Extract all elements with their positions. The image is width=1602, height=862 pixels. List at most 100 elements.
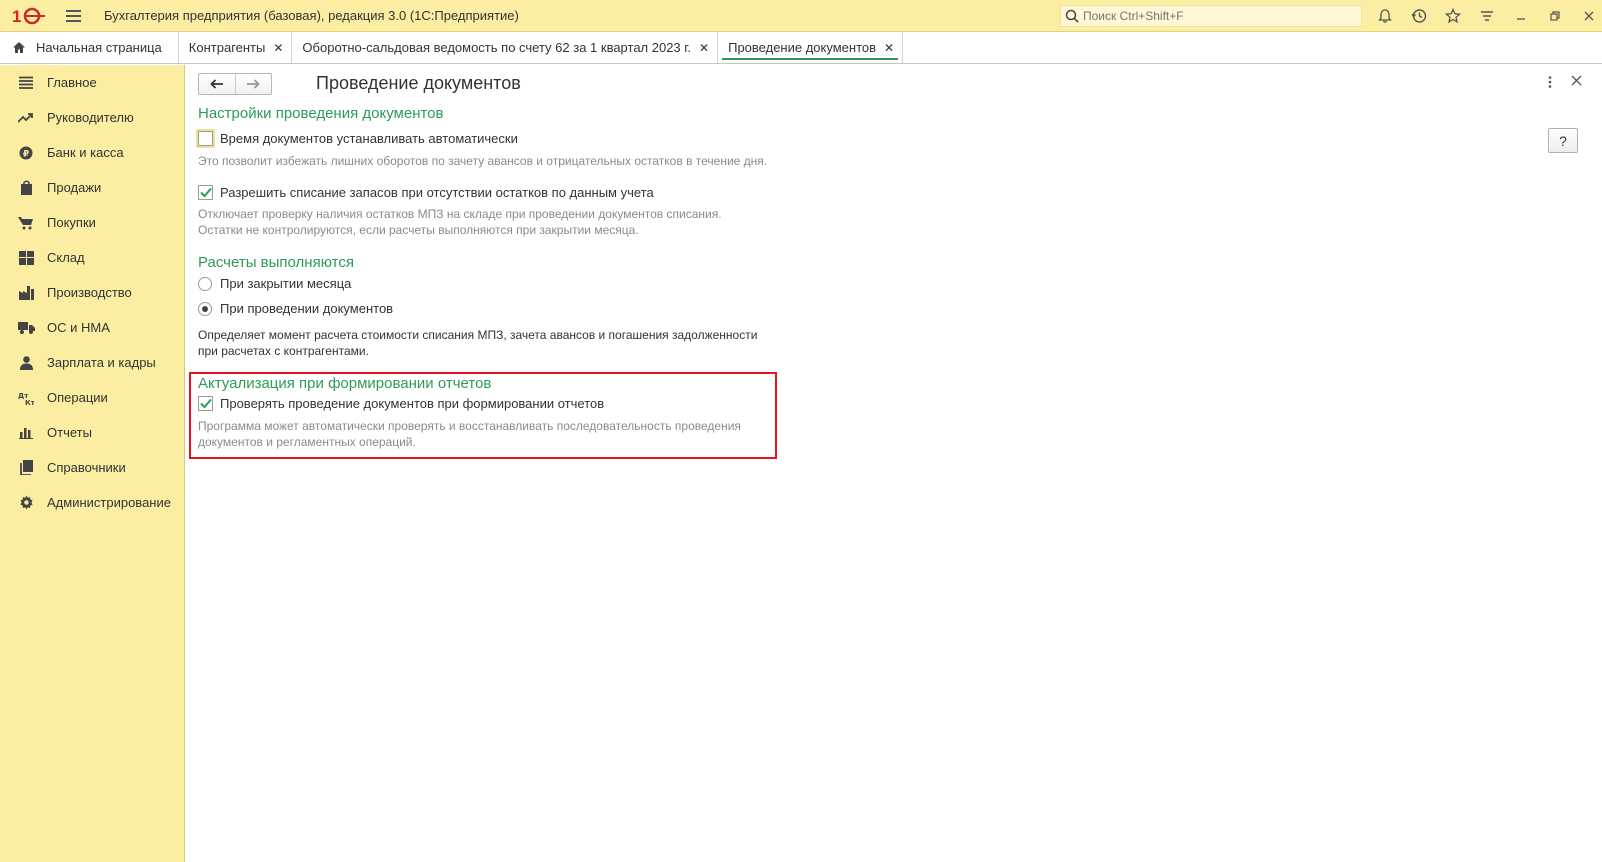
sidebar-item-label: ОС и НМА xyxy=(47,320,110,335)
star-icon[interactable] xyxy=(1436,0,1470,32)
global-search[interactable] xyxy=(1060,5,1362,27)
sidebar-item-label: Покупки xyxy=(47,215,96,230)
back-arrow-icon[interactable] xyxy=(199,74,235,94)
sidebar-item-label: Операции xyxy=(47,390,108,405)
option-on-posting-radio[interactable] xyxy=(198,301,212,316)
sidebar-item-label: Главное xyxy=(47,75,97,90)
sidebar-item-purchases[interactable]: Покупки xyxy=(0,205,184,240)
allow-writeoff-hint-2: Остатки не контролируются, если расчеты … xyxy=(198,223,639,237)
page-title: Проведение документов xyxy=(316,73,521,93)
sidebar-item-label: Продажи xyxy=(47,180,102,195)
sidebar: Главное Руководителю ₽ Банк и касса Прод… xyxy=(0,65,185,862)
checkmark-icon xyxy=(199,187,212,198)
settings-lines-icon[interactable] xyxy=(1470,0,1504,32)
tab-close-icon[interactable]: ✕ xyxy=(884,41,894,55)
forward-arrow-icon[interactable] xyxy=(234,74,271,94)
more-vertical-icon[interactable] xyxy=(1548,75,1552,91)
sidebar-item-fixed-assets[interactable]: ОС и НМА xyxy=(0,310,184,345)
form-close-icon[interactable] xyxy=(1571,73,1582,91)
sidebar-item-label: Склад xyxy=(47,250,85,265)
allow-writeoff-row: Разрешить списание запасов при отсутстви… xyxy=(198,185,654,200)
auto-time-checkbox[interactable] xyxy=(196,129,215,148)
option-month-close-row: При закрытии месяца xyxy=(198,276,351,291)
sidebar-item-label: Банк и касса xyxy=(47,145,124,160)
svg-text:1: 1 xyxy=(12,7,21,25)
factory-icon xyxy=(17,284,35,302)
bag-icon xyxy=(17,179,35,197)
option-on-posting-label[interactable]: При проведении документов xyxy=(220,301,393,316)
svg-text:₽: ₽ xyxy=(23,149,29,159)
auto-time-row: Время документов устанавливать автоматич… xyxy=(196,129,518,148)
main-menu-icon[interactable] xyxy=(66,6,86,26)
sidebar-item-label: Отчеты xyxy=(47,425,92,440)
allow-writeoff-label[interactable]: Разрешить списание запасов при отсутстви… xyxy=(220,185,654,200)
allow-writeoff-hint-1: Отключает проверку наличия остатков МПЗ … xyxy=(198,207,722,221)
sidebar-item-administration[interactable]: Администрирование xyxy=(0,485,184,520)
sidebar-item-operations[interactable]: Дт Кт Операции xyxy=(0,380,184,415)
allow-writeoff-checkbox[interactable] xyxy=(198,185,213,200)
tab-close-icon[interactable]: ✕ xyxy=(699,41,709,55)
sidebar-item-label: Производство xyxy=(47,285,132,300)
sidebar-item-manager[interactable]: Руководителю xyxy=(0,100,184,135)
report-actualization-hint-1: Программа может автоматически проверять … xyxy=(198,419,741,433)
section-title-posting-settings: Настройки проведения документов xyxy=(198,105,444,122)
gear-icon xyxy=(17,494,35,512)
tab-label: Контрагенты xyxy=(188,40,266,55)
nav-buttons xyxy=(198,73,272,95)
app-title: Бухгалтерия предприятия (базовая), редак… xyxy=(104,8,519,23)
history-icon[interactable] xyxy=(1402,0,1436,32)
warehouse-icon xyxy=(17,249,35,267)
bar-chart-icon xyxy=(17,424,35,442)
tab-turnover-balance[interactable]: Оборотно-сальдовая ведомость по счету 62… xyxy=(292,32,719,63)
checkmark-icon xyxy=(199,398,212,409)
cart-icon xyxy=(17,214,35,232)
tab-label: Оборотно-сальдовая ведомость по счету 62… xyxy=(302,40,692,55)
minimize-icon[interactable] xyxy=(1504,0,1538,32)
sidebar-item-reports[interactable]: Отчеты xyxy=(0,415,184,450)
svg-text:Кт: Кт xyxy=(25,399,34,405)
check-posting-label[interactable]: Проверять проведение документов при форм… xyxy=(220,396,604,411)
section-title-calculations: Расчеты выполняются xyxy=(198,254,354,271)
sidebar-item-salary[interactable]: Зарплата и кадры xyxy=(0,345,184,380)
coin-icon: ₽ xyxy=(17,144,35,162)
books-icon xyxy=(17,459,35,477)
person-icon xyxy=(17,354,35,372)
tab-close-icon[interactable]: ✕ xyxy=(273,41,283,55)
auto-time-hint: Это позволит избежать лишних оборотов по… xyxy=(198,154,768,168)
bell-icon[interactable] xyxy=(1368,0,1402,32)
help-button[interactable]: ? xyxy=(1548,128,1578,153)
sidebar-item-main[interactable]: Главное xyxy=(0,65,184,100)
check-posting-checkbox[interactable] xyxy=(198,396,213,411)
1c-logo[interactable]: 1 xyxy=(12,6,46,26)
sidebar-item-label: Справочники xyxy=(47,460,126,475)
sidebar-item-warehouse[interactable]: Склад xyxy=(0,240,184,275)
truck-icon xyxy=(17,319,35,337)
report-actualization-hint-2: документов и регламентных операций. xyxy=(198,435,416,449)
sidebar-item-catalogs[interactable]: Справочники xyxy=(0,450,184,485)
tab-document-posting[interactable]: Проведение документов ✕ xyxy=(718,32,904,63)
option-month-close-radio[interactable] xyxy=(198,276,212,291)
window-close-icon[interactable] xyxy=(1572,0,1602,32)
title-bar: 1 Бухгалтерия предприятия (базовая), ред… xyxy=(0,0,1602,32)
sidebar-item-production[interactable]: Производство xyxy=(0,275,184,310)
restore-icon[interactable] xyxy=(1538,0,1572,32)
option-month-close-label[interactable]: При закрытии месяца xyxy=(220,276,351,291)
tab-label: Начальная страница xyxy=(36,40,162,55)
section-title-report-actualization: Актуализация при формировании отчетов xyxy=(198,375,492,392)
tab-counterparties[interactable]: Контрагенты ✕ xyxy=(178,32,293,63)
sidebar-item-sales[interactable]: Продажи xyxy=(0,170,184,205)
home-icon xyxy=(12,41,26,54)
option-on-posting-row: При проведении документов xyxy=(198,301,393,316)
check-posting-row: Проверять проведение документов при форм… xyxy=(198,396,604,411)
auto-time-label[interactable]: Время документов устанавливать автоматич… xyxy=(220,131,518,146)
trend-icon xyxy=(17,109,35,127)
search-input[interactable] xyxy=(1083,9,1353,23)
tab-bar: Начальная страница Контрагенты ✕ Оборотн… xyxy=(0,32,1602,64)
sidebar-item-bank[interactable]: ₽ Банк и касса xyxy=(0,135,184,170)
search-icon xyxy=(1065,9,1079,23)
sidebar-item-label: Зарплата и кадры xyxy=(47,355,156,370)
tab-label: Проведение документов xyxy=(728,40,877,55)
list-icon xyxy=(17,74,35,92)
tab-home[interactable]: Начальная страница xyxy=(0,32,179,63)
calculations-note-1: Определяет момент расчета стоимости спис… xyxy=(198,328,758,342)
